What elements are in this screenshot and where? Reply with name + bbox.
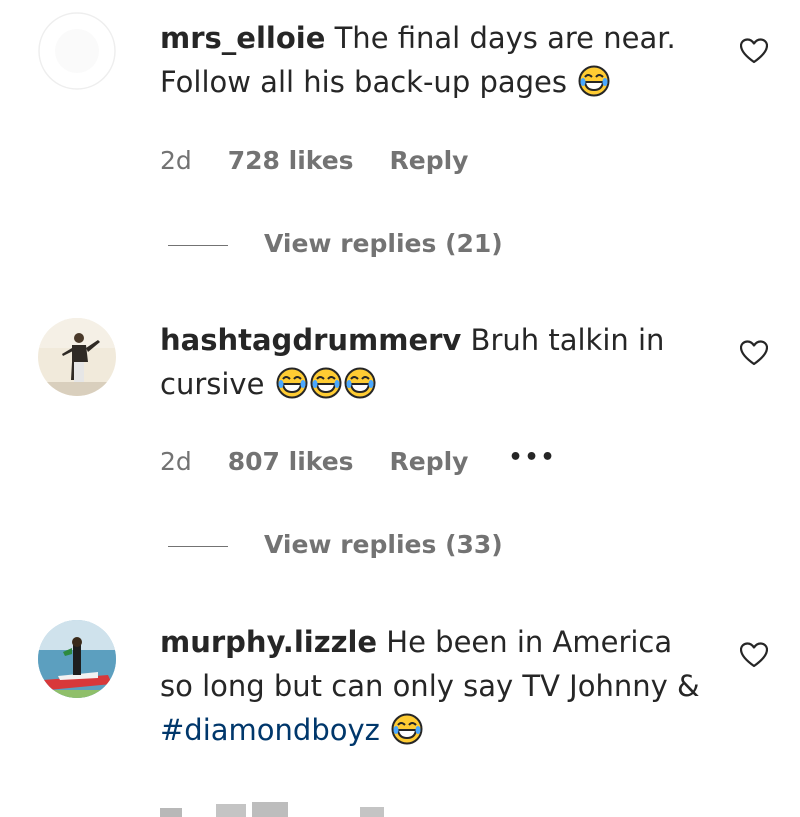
comment-body: hashtagdrummerv Bruh talkin in cursive xyxy=(160,318,700,411)
avatar[interactable] xyxy=(38,620,116,698)
face-with-tears-of-joy-emoji xyxy=(276,367,308,411)
divider-line xyxy=(168,545,228,547)
user-photo-icon xyxy=(38,318,116,396)
view-replies-button[interactable]: View replies (21) xyxy=(168,229,503,259)
heart-outline-icon[interactable] xyxy=(739,38,769,64)
comment-age: 2d xyxy=(160,447,192,476)
next-comment-meta-partial xyxy=(160,798,460,817)
comment-body: murphy.lizzle He been in America so long… xyxy=(160,620,700,757)
view-replies-label: View replies (21) xyxy=(264,229,503,258)
face-with-tears-of-joy-emoji xyxy=(391,713,423,757)
heart-outline-icon[interactable] xyxy=(739,340,769,366)
view-replies-button[interactable]: View replies (33) xyxy=(168,530,503,560)
comment-item: hashtagdrummerv Bruh talkin in cursive 2… xyxy=(0,300,800,600)
comment-item: mrs_elloie The final days are near. Foll… xyxy=(0,0,800,300)
face-with-tears-of-joy-emoji xyxy=(310,367,342,411)
avatar[interactable] xyxy=(38,318,116,396)
comment-username[interactable]: mrs_elloie xyxy=(160,21,325,55)
divider-line xyxy=(168,244,228,246)
comment-meta: 2d 728 likes Reply xyxy=(160,145,500,176)
comment-age: 2d xyxy=(160,146,192,175)
comment-meta: 2d 807 likes Reply ••• xyxy=(160,443,557,477)
face-with-tears-of-joy-emoji xyxy=(578,65,610,109)
more-options-icon[interactable]: ••• xyxy=(508,443,556,473)
reply-button[interactable]: Reply xyxy=(390,447,469,477)
comment-likes-count[interactable]: 807 likes xyxy=(228,447,354,477)
comment-item: murphy.lizzle He been in America so long… xyxy=(0,600,800,817)
comment-username[interactable]: hashtagdrummerv xyxy=(160,323,461,357)
hashtag-link[interactable]: #diamondboyz xyxy=(160,713,380,747)
comment-body: mrs_elloie The final days are near. Foll… xyxy=(160,16,700,109)
reply-button[interactable]: Reply xyxy=(390,146,469,176)
comment-likes-count[interactable]: 728 likes xyxy=(228,146,354,176)
user-photo-icon xyxy=(38,620,116,698)
comment-username[interactable]: murphy.lizzle xyxy=(160,625,377,659)
view-replies-label: View replies (33) xyxy=(264,530,503,559)
face-with-tears-of-joy-emoji xyxy=(344,367,376,411)
default-avatar-icon xyxy=(38,12,116,90)
heart-outline-icon[interactable] xyxy=(739,642,769,668)
avatar[interactable] xyxy=(38,12,116,90)
